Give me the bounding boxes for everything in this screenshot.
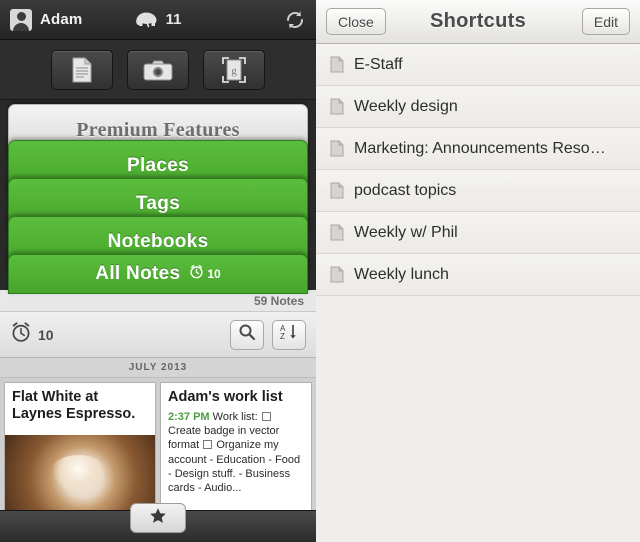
note-card-time: 2:37 PM — [168, 410, 210, 423]
shortcuts-pane: Close Shortcuts Edit E-Staff Weekly desi… — [316, 0, 640, 542]
tab-premium-features-label: Premium Features — [76, 118, 240, 141]
note-icon — [330, 140, 344, 157]
shortcut-row-weekly-w-phil[interactable]: Weekly w/ Phil — [316, 212, 640, 254]
tab-places-label: Places — [126, 155, 190, 176]
tab-all-notes[interactable]: All Notes 10 — [8, 254, 308, 294]
date-header: JULY 2013 — [0, 358, 316, 378]
new-page-camera-button[interactable]: g — [203, 49, 265, 90]
tab-tags-label: Tags — [135, 193, 181, 214]
shortcut-label: Weekly lunch — [354, 265, 449, 283]
notes-toolbar: 10 A Z — [0, 312, 316, 358]
sort-az-icon: A Z — [279, 323, 299, 346]
note-card-photo-image — [5, 435, 155, 513]
shortcut-label: Marketing: Announcements Reso… — [354, 139, 606, 157]
all-notes-reminder-count: 10 — [207, 267, 221, 281]
note-card-work-list-title: Adam's work list — [168, 389, 283, 405]
notes-count-label: 59 Notes — [253, 293, 304, 308]
shortcut-label: E-Staff — [354, 55, 403, 73]
note-icon — [330, 98, 344, 115]
note-body-line1: Work list: — [212, 410, 258, 423]
elephant-icon — [135, 11, 159, 28]
tab-notebooks-label: Notebooks — [107, 231, 209, 252]
evernote-top-bar: Adam 11 — [0, 0, 316, 40]
note-card-photo-title: Flat White at Laynes Espresso. — [12, 389, 136, 422]
star-icon — [149, 507, 167, 530]
shortcut-row-marketing-announcements[interactable]: Marketing: Announcements Reso… — [316, 128, 640, 170]
close-button[interactable]: Close — [326, 8, 386, 35]
note-card-list: Flat White at Laynes Espresso. Adam's wo… — [0, 378, 316, 518]
shortcuts-header: Close Shortcuts Edit — [316, 0, 640, 44]
toolbar-buttons: A Z — [230, 319, 306, 350]
note-card-work-list-body: 2:37 PM Work list: Create badge in vecto… — [161, 408, 311, 496]
all-notes-reminder-badge: 10 — [189, 264, 221, 284]
reminder-clock-icon — [189, 264, 204, 284]
edit-button[interactable]: Edit — [581, 8, 630, 35]
svg-text:Z: Z — [280, 332, 285, 341]
new-photo-note-button[interactable] — [127, 49, 189, 90]
note-icon — [330, 266, 344, 283]
checkbox-icon — [261, 411, 271, 421]
note-count: 11 — [165, 11, 182, 28]
document-icon — [71, 57, 93, 83]
user-name: Adam — [40, 11, 83, 28]
shortcut-row-weekly-design[interactable]: Weekly design — [316, 86, 640, 128]
shortcuts-star-button[interactable] — [130, 503, 186, 533]
shortcut-row-e-staff[interactable]: E-Staff — [316, 44, 640, 86]
tab-all-notes-label: All Notes — [95, 263, 181, 284]
reminder-clock-icon — [10, 321, 32, 348]
search-icon — [238, 323, 256, 346]
sync-icon[interactable] — [284, 9, 306, 31]
shortcut-row-podcast-topics[interactable]: podcast topics — [316, 170, 640, 212]
avatar-icon[interactable] — [10, 8, 32, 31]
note-icon — [330, 224, 344, 241]
shortcut-label: Weekly design — [354, 97, 458, 115]
reminder-count: 10 — [38, 326, 54, 343]
page-camera-icon: g — [222, 56, 246, 83]
date-header-label: JULY 2013 — [128, 362, 188, 373]
shortcut-label: podcast topics — [354, 181, 457, 199]
quick-actions-row: g — [0, 40, 316, 100]
evernote-bottom-bar — [0, 503, 316, 542]
shortcut-label: Weekly w/ Phil — [354, 223, 458, 241]
search-button[interactable] — [230, 319, 264, 350]
camera-icon — [143, 59, 173, 81]
note-icon — [330, 182, 344, 199]
svg-text:g: g — [231, 65, 237, 77]
sort-button[interactable]: A Z — [272, 319, 306, 350]
reminder-filter[interactable]: 10 — [10, 321, 54, 348]
new-text-note-button[interactable] — [51, 49, 113, 90]
shortcut-row-weekly-lunch[interactable]: Weekly lunch — [316, 254, 640, 296]
checkbox-icon — [203, 440, 213, 450]
note-card-photo[interactable]: Flat White at Laynes Espresso. — [4, 382, 156, 514]
navigation-tabs: Premium Features Places Tags Notebooks A… — [0, 100, 316, 294]
evernote-pane: Adam 11 g Premium Features Places Tags N… — [0, 0, 316, 542]
app-screen: Adam 11 g Premium Features Places Tags N… — [0, 0, 640, 542]
shortcuts-list: E-Staff Weekly design Marketing: Announc… — [316, 44, 640, 296]
note-card-work-list[interactable]: Adam's work list 2:37 PM Work list: Crea… — [160, 382, 312, 514]
note-icon — [330, 56, 344, 73]
